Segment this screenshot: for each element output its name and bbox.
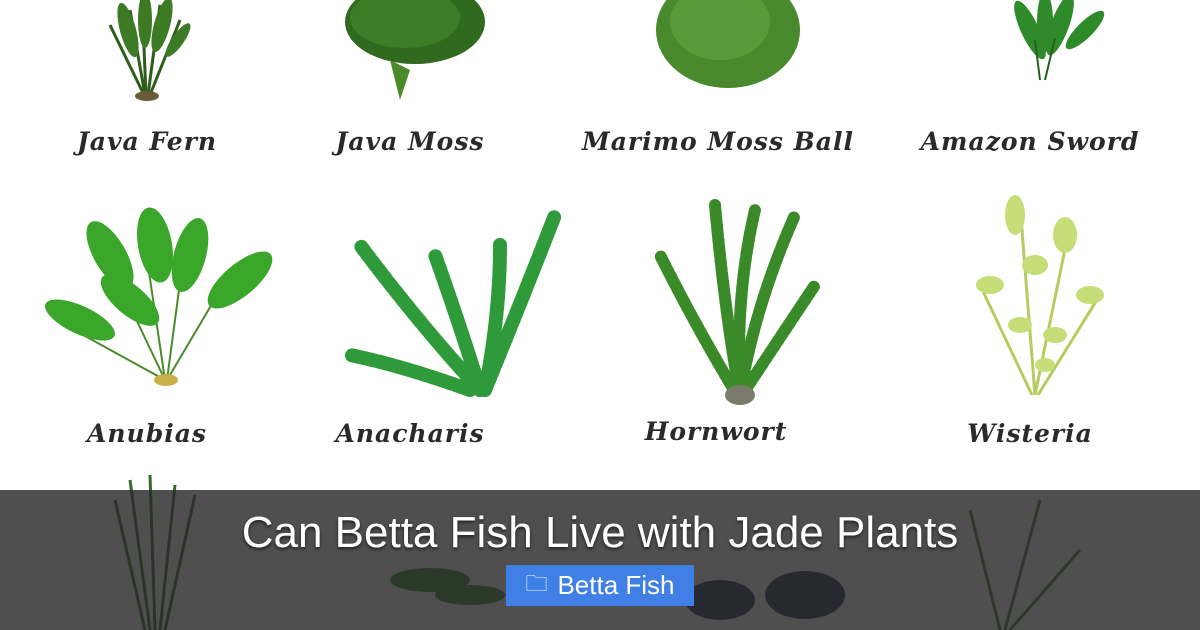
wisteria-image — [976, 195, 1104, 396]
plant-label-anubias: Anubias — [86, 419, 207, 448]
plant-label-amazon-sword: Amazon Sword — [920, 127, 1140, 156]
java-fern-image — [108, 0, 191, 101]
category-badge[interactable]: 🗀 Betta Fish — [506, 565, 694, 606]
plant-label-anacharis: Anacharis — [335, 419, 485, 448]
plant-label-wisteria: Wisteria — [967, 419, 1093, 448]
java-moss-image — [345, 0, 485, 100]
marimo-moss-ball-image — [656, 0, 800, 88]
article-title: Can Betta Fish Live with Jade Plants — [241, 508, 959, 557]
plant-label-java-fern: Java Fern — [76, 127, 218, 156]
folder-icon: 🗀 — [525, 570, 548, 596]
plant-label-java-moss: Java Moss — [335, 127, 485, 156]
anubias-image — [45, 207, 273, 386]
category-label: Betta Fish — [557, 570, 675, 600]
plant-label-hornwort: Hornwort — [644, 417, 788, 446]
hornwort-image — [654, 199, 821, 405]
amazon-sword-image — [1014, 0, 1105, 81]
plant-label-marimo-moss-ball: Marimo Moss Ball — [582, 127, 854, 156]
anacharis-image — [343, 208, 562, 397]
